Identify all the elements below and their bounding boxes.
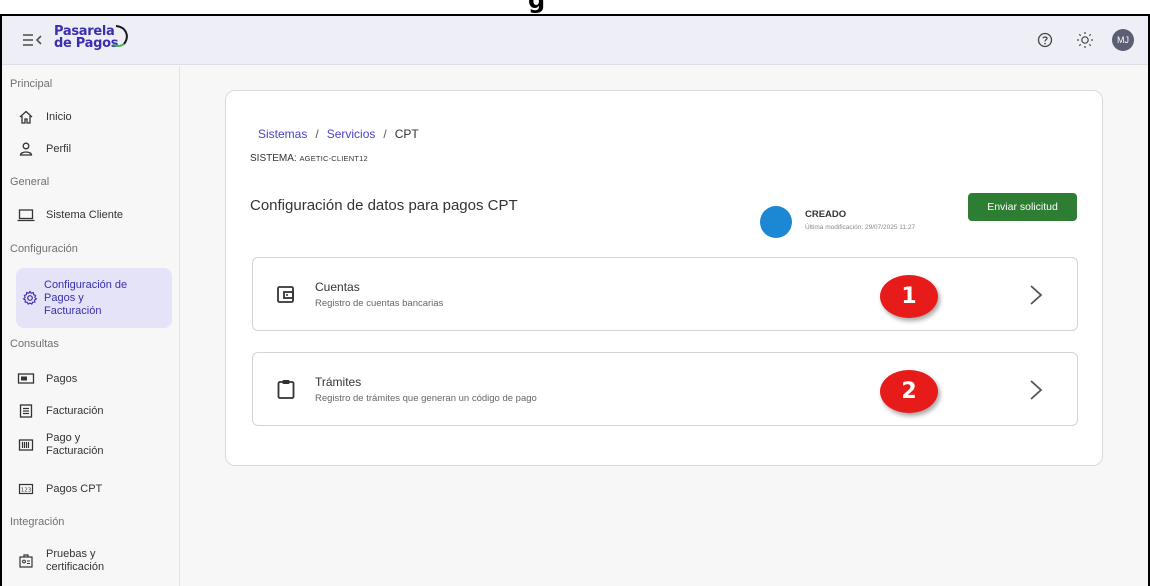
top-crop-strip: g — [0, 0, 1150, 14]
sidebar-section-configuracion: Configuración — [10, 243, 78, 255]
logo-arc-icon — [112, 25, 128, 47]
sistema-info: SISTEMA: AGETIC-CLIENT12 — [250, 153, 368, 164]
gear-icon — [20, 288, 40, 308]
sidebar-item-pagos-cpt[interactable]: 123 Pagos CPT — [16, 480, 172, 498]
sidebar-item-facturacion[interactable]: Facturación — [16, 402, 172, 420]
theme-toggle-button[interactable] — [1072, 27, 1098, 53]
help-button[interactable] — [1032, 27, 1058, 53]
status-indicator — [760, 206, 792, 238]
status-last-modified: Última modificación: 29/07/2025 11:27 — [805, 224, 916, 231]
svg-text:123: 123 — [21, 488, 32, 494]
app-window: Pasarela de Pagos MJ Principal Inicio Pe… — [0, 14, 1150, 586]
step-badge: 1 — [880, 275, 938, 318]
sidebar-section-integracion: Integración — [10, 516, 65, 528]
home-icon — [16, 107, 36, 127]
menu-collapse-icon — [23, 34, 42, 46]
option-title: Trámites — [315, 375, 362, 389]
config-card: Sistemas / Servicios / CPT SISTEMA: AGETIC-C… — [225, 90, 1103, 466]
number-tag-icon: 123 — [16, 479, 36, 499]
breadcrumb-sistemas[interactable]: Sistemas — [258, 127, 307, 141]
option-tramites[interactable]: Trámites Registro de trámites que genera… — [252, 352, 1078, 426]
breadcrumb-servicios[interactable]: Servicios — [327, 127, 376, 141]
avatar[interactable]: MJ — [1112, 29, 1134, 51]
page-title: Configuración de datos para pagos CPT — [250, 197, 518, 214]
send-request-button[interactable]: Enviar solicitud — [968, 193, 1077, 221]
sidebar-section-consultas: Consultas — [10, 338, 59, 350]
clipboard-icon — [277, 380, 295, 399]
sidebar-item-inicio[interactable]: Inicio — [16, 108, 172, 126]
logo-line2: de Pagos — [54, 36, 119, 51]
user-icon — [16, 139, 36, 159]
step-badge: 2 — [880, 370, 938, 413]
money-icon — [16, 369, 36, 389]
breadcrumb: Sistemas / Servicios / CPT — [258, 127, 419, 141]
sidebar: Principal Inicio Perfil General Sistema … — [2, 66, 180, 586]
sidebar-item-label: Facturación — [46, 405, 104, 417]
option-cuentas[interactable]: Cuentas Registro de cuentas bancarias 1 — [252, 257, 1078, 331]
sidebar-item-pagos[interactable]: Pagos — [16, 370, 172, 388]
sidebar-item-perfil[interactable]: Perfil — [16, 140, 172, 158]
logo[interactable]: Pasarela de Pagos — [54, 25, 128, 56]
chevron-right-icon — [1030, 380, 1043, 400]
wallet-icon — [277, 286, 294, 303]
sidebar-item-configuracion-pagos[interactable]: Configuración de Pagos y Facturación — [16, 268, 172, 328]
sidebar-item-sistema-cliente[interactable]: Sistema Cliente — [16, 206, 172, 224]
top-header: Pasarela de Pagos MJ — [2, 16, 1148, 65]
sidebar-item-pago-facturacion[interactable]: Pago y Facturación — [16, 430, 172, 460]
sun-icon — [1077, 32, 1093, 48]
header-actions: MJ — [1032, 27, 1134, 53]
sidebar-item-label: Inicio — [46, 111, 72, 123]
sidebar-item-label: Pagos — [46, 373, 78, 385]
sidebar-item-label: Pago y Facturación — [46, 432, 104, 457]
laptop-icon — [16, 205, 36, 225]
certificate-icon — [16, 551, 36, 571]
sistema-value: AGETIC-CLIENT12 — [299, 154, 368, 163]
sidebar-item-label: Pruebas y certificación — [46, 548, 105, 573]
sidebar-item-label: Perfil — [46, 143, 72, 155]
help-icon — [1037, 32, 1053, 48]
sidebar-item-label: Configuración de Pagos y Facturación — [44, 278, 128, 317]
sidebar-item-label: Pagos CPT — [46, 483, 103, 495]
breadcrumb-current: CPT — [394, 127, 419, 141]
option-title: Cuentas — [315, 280, 360, 294]
barcode-icon — [16, 435, 36, 455]
sidebar-item-pruebas-certificacion[interactable]: Pruebas y certificación — [16, 546, 172, 576]
status-label: CREADO — [805, 209, 847, 220]
main-content: Sistemas / Servicios / CPT SISTEMA: AGETIC-C… — [181, 66, 1148, 586]
sidebar-section-principal: Principal — [10, 78, 53, 90]
chevron-right-icon — [1030, 285, 1043, 305]
cropped-heading: g — [528, 0, 546, 14]
option-subtitle: Registro de trámites que generan un códi… — [315, 393, 537, 404]
menu-collapse-button[interactable] — [22, 30, 44, 50]
option-subtitle: Registro de cuentas bancarias — [315, 298, 444, 309]
sidebar-section-general: General — [10, 176, 50, 188]
sidebar-item-label: Sistema Cliente — [46, 209, 124, 221]
sistema-label: SISTEMA: — [250, 153, 297, 164]
receipt-icon — [16, 401, 36, 421]
